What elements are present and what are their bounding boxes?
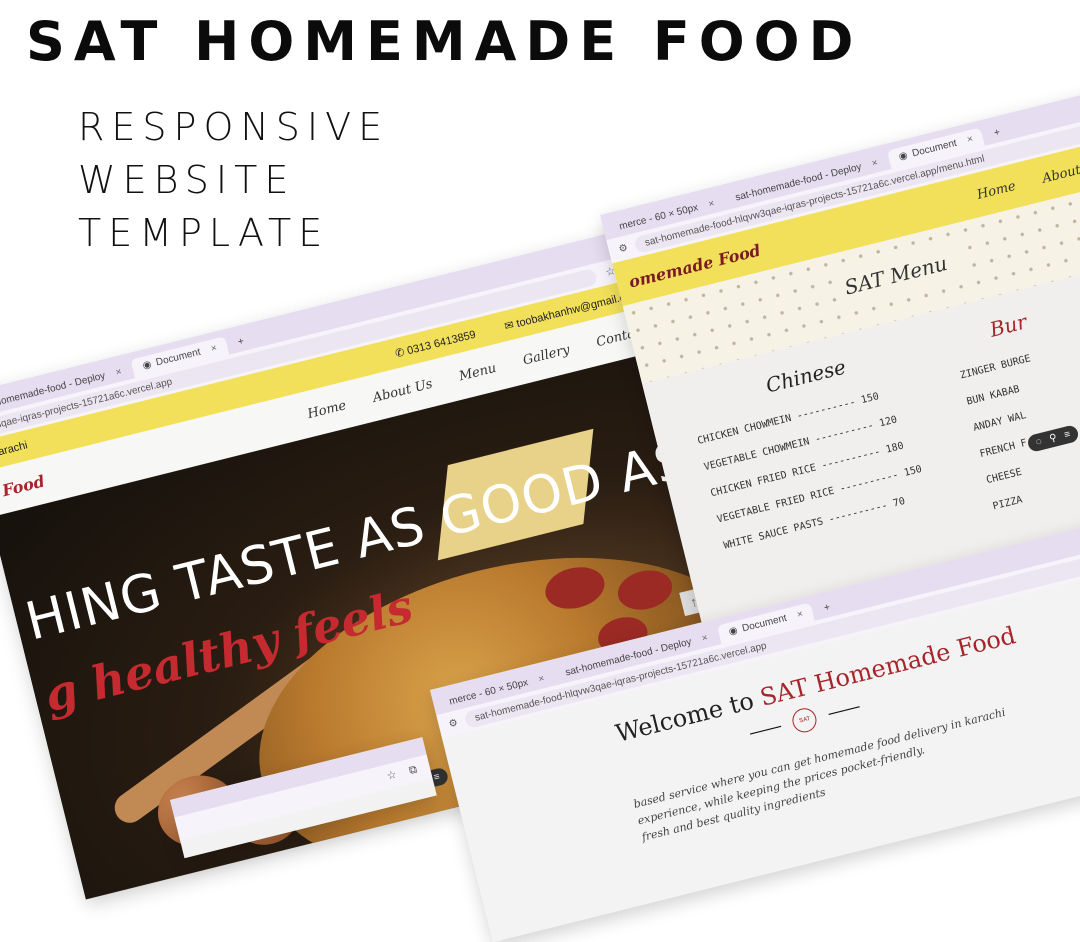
document-icon: ◉ [897, 149, 909, 163]
close-icon[interactable]: × [966, 134, 974, 146]
menu-item: BUN KABAB [965, 383, 1021, 408]
item-name: WHITE SAUCE PASTS [722, 516, 825, 552]
subtitle-line-2: WEBSITE [78, 158, 296, 202]
document-icon: ◉ [727, 624, 739, 638]
close-icon[interactable]: × [210, 343, 218, 355]
menu-icon[interactable]: ≡ [433, 771, 441, 783]
subtitle-line-3: TEMPLATE [78, 211, 330, 255]
sat-emblem-logo: SAT [790, 705, 820, 735]
nav-gallery[interactable]: Gallery [521, 342, 571, 368]
menu-item: PIZZA [991, 494, 1024, 513]
chinese-heading: Chinese [763, 354, 849, 398]
item-price: 150 [859, 391, 881, 407]
location-text: Karachi [0, 439, 29, 461]
close-icon[interactable]: × [707, 198, 715, 210]
nav-about[interactable]: About Us [371, 376, 434, 405]
nav-menu[interactable]: Menu [457, 360, 497, 384]
nav-home[interactable]: Home [306, 398, 348, 422]
nav-about[interactable]: About Us [1041, 157, 1080, 186]
item-price: 70 [891, 495, 907, 510]
close-icon[interactable]: × [871, 157, 879, 169]
extensions-icon[interactable]: ⧉ [405, 762, 422, 779]
menu-item: ZINGER BURGE [959, 353, 1032, 382]
site-settings-icon[interactable]: ⚙ [618, 242, 629, 255]
menu-item: ANDAY WAL [972, 410, 1028, 434]
item-price: 120 [878, 414, 899, 430]
site-brand[interactable]: Food [0, 471, 46, 500]
document-icon: ◉ [141, 358, 153, 372]
menu-icon[interactable]: ≡ [1063, 429, 1071, 441]
share-icon[interactable]: ⚲ [1048, 432, 1058, 444]
item-price: 150 [902, 463, 924, 479]
item-name: CHICKEN CHOWMEIN [696, 412, 793, 447]
menu-item: CHEESE [985, 466, 1023, 487]
close-icon[interactable]: × [701, 632, 709, 644]
menu-item: WHITE SAUCE PASTS ---------- 70 [722, 495, 907, 552]
welcome-description: based service where you can get homemade… [632, 663, 1080, 846]
close-icon[interactable]: × [796, 609, 804, 621]
item-price: 180 [884, 440, 905, 456]
menu-title: SAT Menu [831, 246, 960, 304]
subtitle-line-1: RESPONSIVE [78, 105, 390, 149]
chat-icon[interactable]: ◌ [1035, 436, 1043, 448]
close-icon[interactable]: × [115, 366, 123, 378]
page-headline: SAT HOMEMADE FOOD [26, 10, 863, 73]
welcome-prefix: Welcome to [612, 686, 757, 748]
site-settings-icon[interactable]: ⚙ [448, 717, 459, 730]
close-icon[interactable]: × [537, 673, 545, 685]
star-icon[interactable]: ☆ [383, 767, 400, 784]
nav-home[interactable]: Home [975, 178, 1017, 202]
burgers-heading: Bur [987, 309, 1030, 342]
